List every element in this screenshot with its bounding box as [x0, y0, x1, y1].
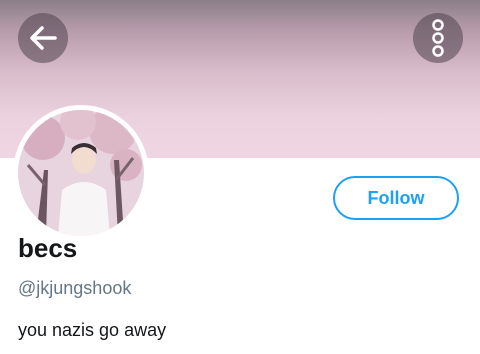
- avatar-image: [18, 110, 144, 236]
- back-button[interactable]: [18, 13, 68, 63]
- profile-bio: you nazis go away: [18, 320, 167, 340]
- display-name: becs: [18, 233, 78, 263]
- more-options-button[interactable]: [413, 13, 463, 63]
- avatar[interactable]: [13, 105, 149, 241]
- user-handle: @jkjungshook: [18, 278, 132, 298]
- arrow-left-icon: [30, 26, 57, 50]
- follow-button[interactable]: Follow: [333, 176, 459, 220]
- more-vertical-icon: [432, 19, 444, 57]
